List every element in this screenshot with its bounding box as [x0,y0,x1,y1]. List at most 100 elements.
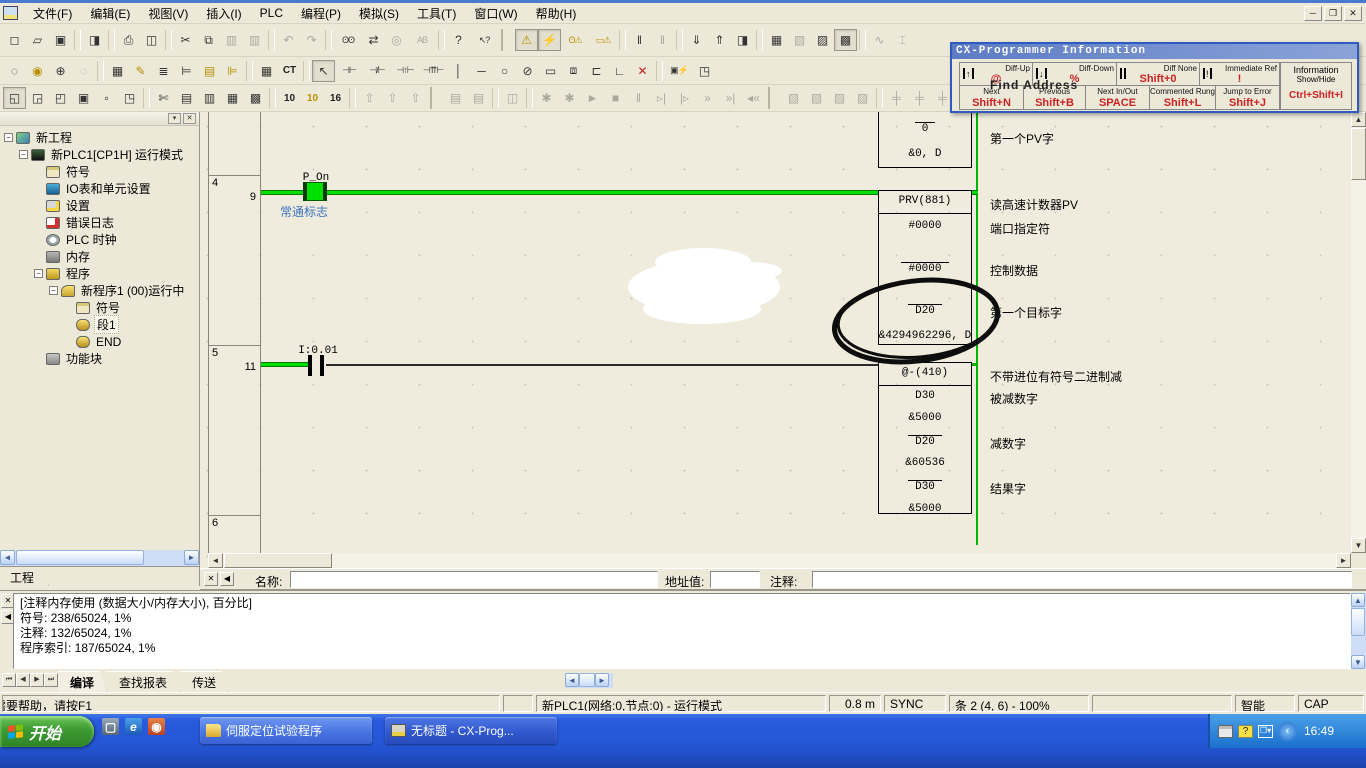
ladder-hscroll-thumb[interactable] [224,553,332,568]
input-help-tray-icon[interactable]: ? [1238,725,1253,738]
scroll-thumb[interactable] [16,550,144,565]
replace-button[interactable]: ⇄ [362,29,385,51]
menu-item-8[interactable]: 工具(T) [408,4,465,23]
ladder-window-icon[interactable] [3,6,18,20]
tab-project[interactable]: 工程 [0,567,49,586]
monitor-hex-button[interactable]: 16 [324,87,347,109]
minimize-button[interactable]: ─ [1304,6,1322,21]
tree-item-设置[interactable]: 设置 [2,197,199,214]
contact-p-on[interactable] [303,182,327,201]
info-window-titlebar[interactable]: CX-Programmer Information [952,44,1357,59]
contact-bar-right[interactable] [320,355,324,376]
new-or-closed-contact-button[interactable]: ⊣⇈⊢ [419,60,447,82]
ladder-diagram-canvas[interactable]: 4951160&0, D第一个PV字P_On常通标志PRV(881)读高速计数器… [200,112,1366,568]
ladder-scroll-up-button[interactable]: ▲ [1351,112,1366,127]
output-tab-nav-1[interactable]: ◀ [16,673,30,687]
menu-item-1[interactable]: 文件(F) [24,4,81,23]
zoom-custom-button[interactable]: ◉ [26,60,49,82]
new-plc-instruction-button[interactable]: ▭ [539,60,562,82]
section-list-button[interactable]: ▥ [198,87,221,109]
output-tab-active[interactable]: 编译 [58,671,107,693]
new-instruction-2-button[interactable]: ⧈ [562,60,585,82]
show-comment-list-button[interactable]: ≣ [152,60,175,82]
contact-bar-left[interactable] [308,355,312,376]
menu-item-5[interactable]: PLC [251,4,292,23]
cross-reference-report-button[interactable]: ✄ [152,87,175,109]
rung-comment-button[interactable]: ✎ [129,60,152,82]
symbol-bar-button[interactable]: ⊫ [221,60,244,82]
operand-close-button[interactable]: ✕ [204,572,218,586]
monitor-window-3-button[interactable]: ▨ [811,29,834,51]
workspace-pin-button[interactable]: ▾ [168,113,181,124]
view-symbols-window-button[interactable]: ◰ [49,87,72,109]
output-hscroll-thumb[interactable] [579,673,595,687]
output-tab-nav-0[interactable]: ⏮ [2,673,16,687]
find-button[interactable]: ʘʘ [334,29,362,51]
work-online-simulator-button[interactable]: ⚠ [515,29,538,51]
tree-item-段1[interactable]: 段1 [2,316,199,333]
operand-prev-button[interactable]: ◀ [220,572,234,586]
view-address-ref-button[interactable]: ◳ [118,87,141,109]
tree-item-功能块[interactable]: 功能块 [2,350,199,367]
menu-item-6[interactable]: 编程(P) [292,4,350,23]
output-tab-nav-2[interactable]: ▶ [30,673,44,687]
context-help-button[interactable]: ↖? [470,29,498,51]
transfer-to-plc-button[interactable]: ⇓ [685,29,708,51]
output-vertical-scrollbar[interactable]: ▲▼ [1351,593,1366,669]
memory-cassette-button[interactable]: ▩ [244,87,267,109]
copy-button[interactable]: ⧉ [197,29,220,51]
tree-item-内存[interactable]: 内存 [2,248,199,265]
line-connect-mode-button[interactable]: ∟ [608,60,631,82]
tree-item-新程序1(00)运行中[interactable]: −新程序1 (00)运行中 [2,282,199,299]
new-coil-button[interactable]: ○ [493,60,516,82]
zoom-in-button[interactable]: ⊕ [49,60,72,82]
output-hscroll-right[interactable]: ► [595,673,609,687]
tree-item-程序[interactable]: −程序 [2,265,199,282]
media-player-icon[interactable]: ◉ [148,718,165,735]
tree-horizontal-scrollbar[interactable]: ◄► [0,550,199,566]
cut-button[interactable]: ✂ [174,29,197,51]
new-or-contact-button[interactable]: ⊣↑⊢ [391,60,419,82]
ladder-scroll-down-button[interactable]: ▼ [1351,538,1366,553]
ladder-hscroll-track[interactable] [208,553,1351,568]
address-reference-tool-button[interactable]: ▦ [255,60,278,82]
compare-with-plc-button[interactable]: ◨ [731,29,754,51]
ladder-scroll-left-button[interactable]: ◄ [208,553,223,568]
view-cross-ref-button[interactable]: ▫ [95,87,118,109]
new-contact-button[interactable]: ⊣⊢ [335,60,363,82]
tree-item-错误日志[interactable]: 错误日志 [2,214,199,231]
output-scroll-up-button[interactable]: ▲ [1351,593,1365,607]
transfer-from-plc-button[interactable]: ⇑ [708,29,731,51]
ladder-vscroll-thumb[interactable] [1351,128,1366,180]
online-edit-rungs-button[interactable]: ▣⚡ [665,60,693,82]
internet-explorer-icon[interactable]: e [125,718,142,735]
monitor-in-rung-button[interactable]: ▤ [198,60,221,82]
help-button[interactable]: ? [447,29,470,51]
new-document-button[interactable]: ◻ [3,29,26,51]
output-hscroll-left[interactable]: ◄ [565,673,579,687]
view-io-window-button[interactable]: ▣ [72,87,95,109]
transfer-options-button[interactable]: ▭⚠ [589,29,617,51]
menu-item-3[interactable]: 视图(V) [139,4,197,23]
task-button-1[interactable]: 伺服定位试验程序 [200,717,372,744]
menu-item-4[interactable]: 插入(I) [197,4,250,23]
print-button[interactable]: ⎙ [117,29,140,51]
save-project-button[interactable]: ▣ [49,29,72,51]
output-tab-inactive[interactable]: 查找报表 [107,671,180,693]
new-vertical-line-button[interactable]: │ [447,60,470,82]
tree-expand-box[interactable]: − [4,133,13,142]
pause-monitoring-button[interactable]: ‖ [628,29,651,51]
tree-expand-box[interactable]: − [19,150,28,159]
menu-item-2[interactable]: 编辑(E) [81,4,139,23]
close-button[interactable]: ✕ [1344,6,1362,21]
tree-item-IO表和单元设置[interactable]: IO表和单元设置 [2,180,199,197]
output-scroll-down-button[interactable]: ▼ [1351,655,1365,669]
new-closed-contact-button[interactable]: ⊣/⊢ [363,60,391,82]
tree-item-符号[interactable]: 符号 [2,299,199,316]
tree-item-END[interactable]: END [2,333,199,350]
output-tab-inactive[interactable]: 传送 [180,671,229,693]
compile-program-button[interactable]: ʘ⚠ [561,29,589,51]
output-text-area[interactable]: [注释内存使用 (数据大小/内存大小), 百分比]符号: 238/65024, … [13,593,1351,669]
scroll-right-button[interactable]: ► [184,550,199,565]
keyboard-tray-icon[interactable] [1218,725,1233,738]
